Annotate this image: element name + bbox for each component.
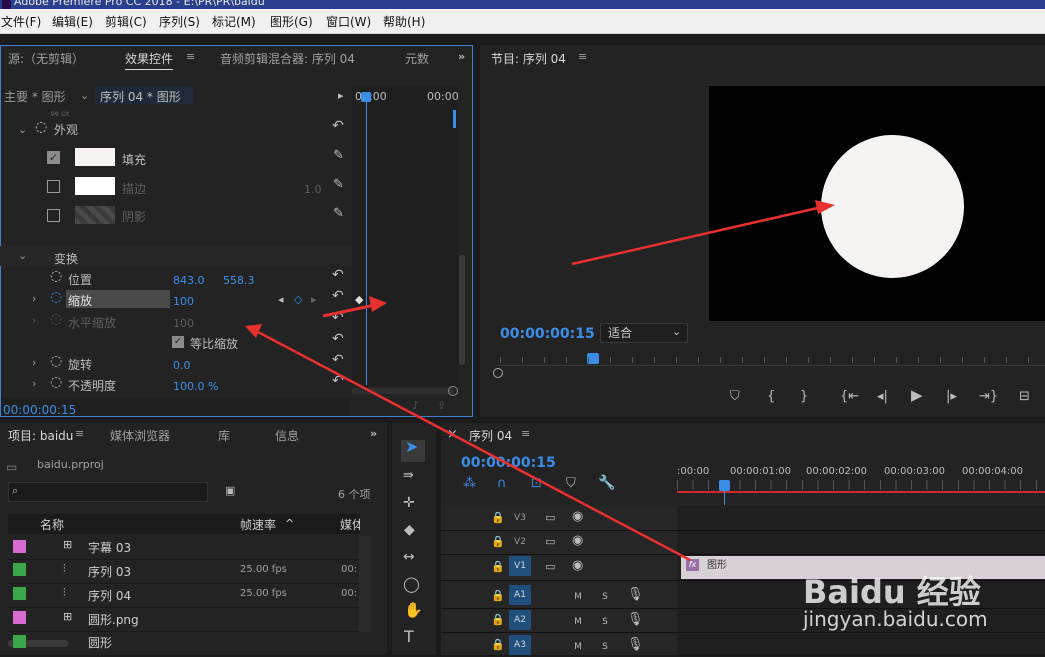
arrow-to-keyframe [322,303,376,318]
arrowhead-icon [369,296,387,312]
arrowhead-icon [815,200,835,214]
annotation-arrows [245,200,835,562]
arrow-to-circle [571,205,823,266]
arrowhead-icon [245,324,262,338]
arrow-to-scale [257,330,691,562]
